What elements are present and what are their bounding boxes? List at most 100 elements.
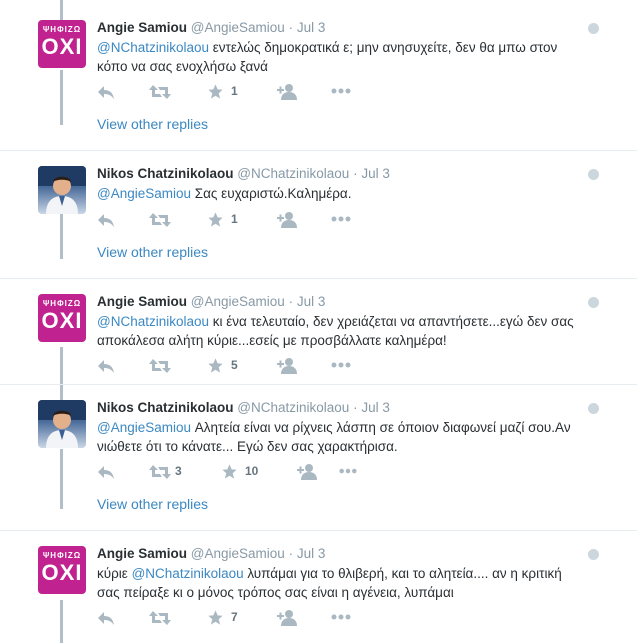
more-icon[interactable]	[339, 468, 357, 474]
avatar[interactable]: ΨΗΦΙΖΩ ΟΧΙ	[38, 294, 86, 342]
more-icon[interactable]	[331, 88, 351, 94]
tweet-text-line: κύριε	[97, 566, 132, 581]
tweet-text-line: Σας ευχαριστώ.Καλημέρα.	[191, 186, 352, 201]
timestamp[interactable]: Jul 3	[297, 546, 326, 561]
view-other-replies-link[interactable]: View other replies	[97, 496, 208, 512]
avatar-photo	[38, 166, 86, 214]
separator-dot: ·	[288, 20, 294, 35]
mention-link[interactable]: @AngieSamiou	[97, 186, 191, 201]
view-other-replies-link[interactable]: View other replies	[97, 116, 208, 132]
user-handle[interactable]: @AngieSamiou	[191, 546, 285, 561]
star-icon[interactable]	[221, 463, 238, 480]
star-icon[interactable]	[207, 211, 224, 228]
user-name[interactable]: Nikos Chatzinikolaou	[97, 400, 234, 415]
user-handle[interactable]: @NChatzinikolaou	[237, 166, 349, 181]
avatar-logo-text: ΟΧΙ	[41, 560, 83, 585]
star-icon[interactable]	[207, 83, 224, 100]
tweet-text: @AngieSamiou Αλητεία είναι να ρίχνεις λά…	[97, 418, 607, 456]
tweet-actions: 3 10	[97, 462, 357, 482]
like-count: 1	[231, 212, 238, 226]
star-icon[interactable]	[207, 357, 224, 374]
user-name[interactable]: Angie Samiou	[97, 546, 187, 561]
globe-icon	[588, 169, 599, 180]
mention-link[interactable]: @NChatzinikolaou	[97, 314, 209, 329]
separator-dot: ·	[353, 166, 358, 181]
avatar-logo-text: ΟΧΙ	[41, 308, 83, 333]
add-user-icon[interactable]	[277, 609, 297, 626]
user-handle[interactable]: @AngieSamiou	[191, 294, 285, 309]
tweet-text: @NChatzinikolaou εντελώς δημοκρατικά ε; …	[97, 38, 607, 76]
user-handle[interactable]: @NChatzinikolaou	[237, 400, 349, 415]
tweet-actions: 1	[97, 210, 357, 230]
tweet[interactable]: ΨΗΦΙΖΩ ΟΧΙ Angie Samiou @AngieSamiou · J…	[0, 294, 637, 384]
divider	[0, 530, 637, 531]
timestamp[interactable]: Jul 3	[361, 166, 390, 181]
avatar[interactable]: ΨΗΦΙΖΩ ΟΧΙ	[38, 546, 86, 594]
tweet[interactable]: ΨΗΦΙΖΩ ΟΧΙ Angie Samiou @AngieSamiou · J…	[0, 20, 637, 140]
more-icon[interactable]	[331, 614, 351, 620]
retweet-icon[interactable]	[149, 84, 171, 100]
more-icon[interactable]	[331, 362, 351, 368]
more-icon[interactable]	[331, 216, 351, 222]
avatar[interactable]	[38, 166, 86, 214]
tweet-header: Angie Samiou @AngieSamiou · Jul 3	[97, 20, 325, 35]
tweet-header: Angie Samiou @AngieSamiou · Jul 3	[97, 294, 325, 309]
reply-icon[interactable]	[97, 84, 115, 100]
like-count: 5	[231, 358, 238, 372]
tweet[interactable]: ΨΗΦΙΖΩ ΟΧΙ Angie Samiou @AngieSamiou · J…	[0, 546, 637, 643]
add-user-icon[interactable]	[277, 83, 297, 100]
view-other-replies-link[interactable]: View other replies	[97, 244, 208, 260]
tweet-text: @AngieSamiou Σας ευχαριστώ.Καλημέρα.	[97, 184, 607, 203]
separator-dot: ·	[288, 546, 294, 561]
tweet-text: @NChatzinikolaou κι ένα τελευταίο, δεν χ…	[97, 312, 607, 350]
globe-icon	[588, 23, 599, 34]
tweet-text-line: νιώθετε ότι το κάνατε... Εγώ δεν σας χαρ…	[97, 439, 398, 454]
user-handle[interactable]: @AngieSamiou	[191, 20, 285, 35]
globe-icon	[588, 403, 599, 414]
globe-icon	[588, 297, 599, 308]
timestamp[interactable]: Jul 3	[361, 400, 390, 415]
add-user-icon[interactable]	[277, 211, 297, 228]
tweet[interactable]: Nikos Chatzinikolaou @NChatzinikolaou · …	[0, 400, 637, 520]
avatar-photo	[38, 400, 86, 448]
add-user-icon[interactable]	[297, 463, 317, 480]
tweet-text-line: κι ένα τελευταίο, δεν χρειάζεται να απαν…	[209, 314, 574, 329]
mention-link[interactable]: @NChatzinikolaou	[132, 566, 244, 581]
retweet-icon[interactable]	[149, 610, 171, 626]
like-count: 7	[231, 610, 238, 624]
reply-icon[interactable]	[97, 610, 115, 626]
reply-icon[interactable]	[97, 358, 115, 374]
avatar[interactable]	[38, 400, 86, 448]
like-count: 1	[231, 84, 238, 98]
separator-dot: ·	[353, 400, 358, 415]
tweet-text-line: εντελώς δημοκρατικά ε; μην ανησυχείτε, δ…	[209, 40, 558, 55]
mention-link[interactable]: @AngieSamiou	[97, 420, 191, 435]
mention-link[interactable]: @NChatzinikolaou	[97, 40, 209, 55]
reply-icon[interactable]	[97, 212, 115, 228]
user-name[interactable]: Angie Samiou	[97, 20, 187, 35]
reply-icon[interactable]	[97, 464, 115, 480]
add-user-icon[interactable]	[277, 357, 297, 374]
retweet-icon[interactable]	[149, 358, 171, 374]
tweet-header: Angie Samiou @AngieSamiou · Jul 3	[97, 546, 325, 561]
retweet-icon[interactable]	[149, 464, 171, 480]
tweet-header: Nikos Chatzinikolaou @NChatzinikolaou · …	[97, 400, 390, 415]
user-name[interactable]: Nikos Chatzinikolaou	[97, 166, 234, 181]
divider	[0, 150, 637, 151]
avatar-logo-text: ΟΧΙ	[41, 34, 83, 59]
like-count: 10	[245, 464, 259, 478]
star-icon[interactable]	[207, 609, 224, 626]
tweet-actions: 7	[97, 608, 357, 628]
avatar[interactable]: ΨΗΦΙΖΩ ΟΧΙ	[38, 20, 86, 68]
tweet-text: κύριε @NChatzinikolaou λυπάμαι για το θλ…	[97, 564, 607, 602]
retweet-icon[interactable]	[149, 212, 171, 228]
tweet-header: Nikos Chatzinikolaou @NChatzinikolaou · …	[97, 166, 390, 181]
user-name[interactable]: Angie Samiou	[97, 294, 187, 309]
timestamp[interactable]: Jul 3	[297, 294, 326, 309]
divider	[0, 384, 637, 385]
tweet-actions: 1	[97, 82, 357, 102]
divider	[0, 278, 637, 279]
timestamp[interactable]: Jul 3	[297, 20, 326, 35]
tweet[interactable]: Nikos Chatzinikolaou @NChatzinikolaou · …	[0, 166, 637, 276]
separator-dot: ·	[288, 294, 294, 309]
